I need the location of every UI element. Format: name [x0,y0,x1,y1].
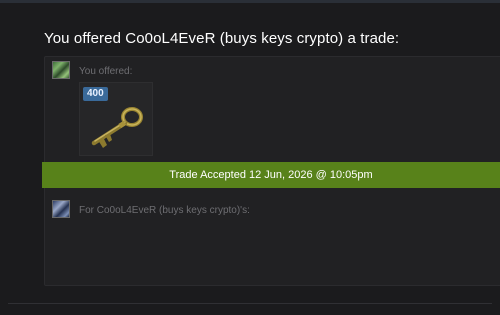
offered-item-tile[interactable]: 400 [79,82,153,156]
partner-avatar[interactable] [52,200,70,218]
you-offered-label: You offered: [79,66,133,77]
partner-items-label: For Co0oL4EveR (buys keys crypto)'s: [79,205,250,216]
my-avatar[interactable] [52,61,70,79]
trade-accepted-banner: Trade Accepted 12 Jun, 2026 @ 10:05pm [42,162,500,188]
top-edge-divider [0,0,500,3]
key-icon [91,107,143,148]
footer-divider [8,303,492,304]
trade-heading: You offered Co0oL4EveR (buys keys crypto… [44,30,400,47]
